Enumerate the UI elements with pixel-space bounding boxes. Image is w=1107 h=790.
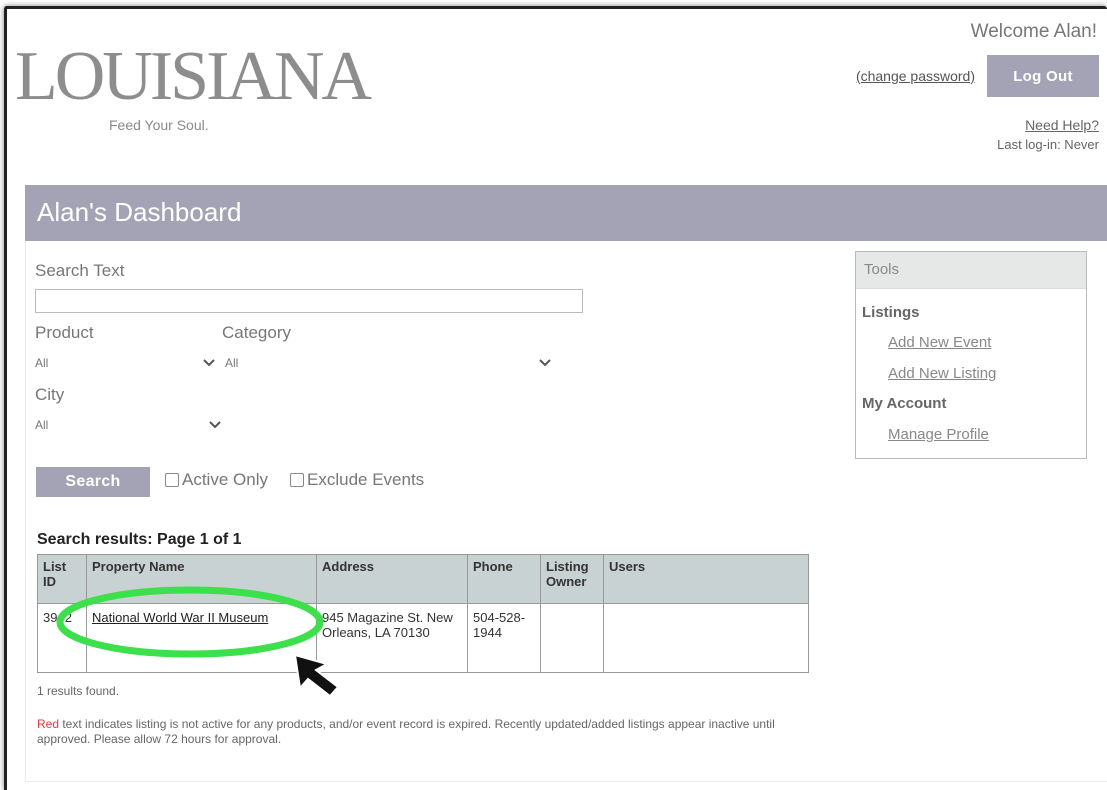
change-password-link[interactable]: (change password) — [856, 68, 975, 84]
chevron-down-icon — [203, 355, 215, 370]
column-header-users: Users — [603, 554, 809, 604]
checkbox-icon[interactable] — [165, 473, 179, 487]
column-header-listing-owner: Listing Owner — [540, 554, 604, 604]
cell-phone: 504-528-1944 — [467, 603, 541, 673]
exclude-events-checkbox[interactable]: Exclude Events — [290, 470, 424, 490]
my-account-heading: My Account — [862, 395, 947, 412]
cell-address: 945 Magazine St. New Orleans, LA 70130 — [316, 603, 468, 673]
column-header-list-id: List ID — [37, 554, 87, 604]
add-new-event-link[interactable]: Add New Event — [888, 334, 991, 351]
chevron-down-icon — [209, 417, 221, 432]
add-new-listing-link[interactable]: Add New Listing — [888, 365, 996, 382]
product-label: Product — [35, 323, 94, 342]
logo-wordmark: LOUISIANA — [15, 38, 372, 115]
column-header-address: Address — [316, 554, 468, 604]
need-help-link[interactable]: Need Help? — [1025, 117, 1099, 133]
active-only-checkbox[interactable]: Active Only — [165, 470, 268, 490]
dashboard-header: Alan's Dashboard — [25, 185, 1107, 241]
welcome-message: Welcome Alan! — [970, 21, 1097, 42]
logout-button[interactable]: Log Out — [987, 55, 1099, 97]
exclude-events-label: Exclude Events — [307, 470, 425, 489]
search-button[interactable]: Search — [36, 467, 150, 497]
page-title: Alan's Dashboard — [37, 197, 242, 227]
active-only-label: Active Only — [182, 470, 268, 489]
results-count: 1 results found. — [37, 684, 120, 698]
logo-tagline: Feed Your Soul. — [109, 117, 209, 133]
cell-listing-owner — [540, 603, 604, 673]
note-text: text indicates listing is not active for… — [37, 717, 775, 746]
city-select-value: All — [35, 417, 49, 432]
listings-heading: Listings — [862, 304, 920, 321]
chevron-down-icon — [539, 355, 551, 370]
results-table: List ID Property Name Address Phone List… — [37, 554, 809, 673]
table-row: 3942 National World War II Museum 945 Ma… — [37, 603, 809, 673]
city-select[interactable]: All — [35, 417, 221, 432]
note-red-word: Red — [37, 717, 60, 731]
cell-users — [603, 603, 809, 673]
cell-list-id: 3942 — [37, 603, 87, 673]
results-title: Search results: Page 1 of 1 — [37, 531, 242, 548]
category-label: Category — [222, 323, 291, 342]
column-header-property-name: Property Name — [86, 554, 317, 604]
city-label: City — [35, 385, 65, 404]
last-login-text: Last log-in: Never — [997, 137, 1099, 152]
tools-panel: Tools Listings Add New Event Add New Lis… — [855, 251, 1087, 459]
category-select-value: All — [225, 355, 239, 370]
table-header-row: List ID Property Name Address Phone List… — [37, 554, 809, 604]
status-note: Red text indicates listing is not active… — [37, 717, 797, 747]
category-select[interactable]: All — [225, 355, 551, 370]
manage-profile-link[interactable]: Manage Profile — [888, 426, 989, 443]
browser-frame: LOUISIANA Feed Your Soul. Welcome Alan! … — [4, 6, 1107, 790]
cell-property-name: National World War II Museum — [86, 603, 317, 673]
louisiana-logo[interactable]: LOUISIANA Feed Your Soul. — [15, 37, 372, 149]
product-select-value: All — [35, 355, 49, 370]
column-header-phone: Phone — [467, 554, 541, 604]
checkbox-icon[interactable] — [290, 473, 304, 487]
tools-title: Tools — [856, 252, 1086, 289]
search-text-label: Search Text — [35, 261, 125, 280]
property-name-link[interactable]: National World War II Museum — [92, 610, 268, 625]
search-text-input[interactable] — [35, 289, 583, 313]
product-select[interactable]: All — [35, 355, 215, 370]
